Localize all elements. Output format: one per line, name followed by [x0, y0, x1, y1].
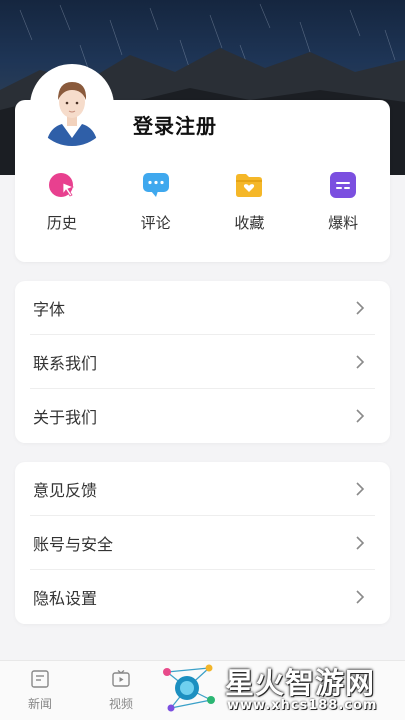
chevron-right-icon [356, 535, 365, 550]
settings-item-privacy[interactable]: 隐私设置 [30, 570, 375, 624]
watermark-url: www.xhcs188.com [227, 698, 378, 713]
chevron-right-icon [356, 481, 365, 496]
settings-item-account-security[interactable]: 账号与安全 [30, 516, 375, 570]
settings-item-label: 关于我们 [33, 408, 98, 427]
settings-item-label: 账号与安全 [33, 534, 114, 554]
chevron-right-icon [356, 590, 365, 604]
settings-item-contact-us[interactable]: 联系我们 [30, 335, 375, 389]
quick-action-label: 历史 [46, 214, 77, 232]
tip-off-icon [330, 172, 357, 198]
settings-card-account: 意见反馈 账号与安全 隐私设置 [15, 462, 390, 624]
watermark-logo-icon [163, 664, 215, 712]
tab-video[interactable]: 视频 [99, 669, 143, 712]
quick-action-label: 评论 [140, 214, 171, 232]
settings-item-about-us[interactable]: 关于我们 [30, 389, 375, 443]
quick-action-comment[interactable]: 评论 [109, 170, 203, 240]
settings-item-label: 隐私设置 [33, 589, 98, 608]
quick-action-label: 收藏 [234, 214, 265, 232]
history-icon [48, 173, 74, 197]
tab-label: 视频 [108, 697, 133, 711]
login-register-link[interactable]: 登录注册 [133, 110, 217, 139]
settings-item-font[interactable]: 字体 [30, 281, 375, 335]
comment-icon [142, 173, 169, 197]
chevron-right-icon [356, 300, 365, 315]
tab-label: 新闻 [27, 697, 52, 711]
news-icon [31, 670, 49, 688]
user-avatar[interactable] [32, 66, 112, 146]
quick-action-history[interactable]: 历史 [15, 170, 109, 240]
quick-action-label: 爆料 [328, 214, 359, 232]
chevron-right-icon [356, 354, 365, 369]
tab-news[interactable]: 新闻 [18, 669, 62, 712]
watermark-title: 星火智游网 [225, 666, 376, 700]
favorite-folder-icon [236, 174, 263, 197]
settings-card-general: 字体 联系我们 关于我们 [15, 281, 390, 443]
quick-action-tip-off[interactable]: 爆料 [296, 170, 390, 240]
site-watermark: 星火智游网 www.xhcs188.com [155, 656, 405, 720]
settings-item-label: 意见反馈 [33, 480, 98, 500]
quick-action-favorites[interactable]: 收藏 [203, 170, 297, 240]
quick-actions: 历史 评论 收藏 爆料 [15, 170, 390, 240]
video-icon [112, 670, 130, 687]
settings-item-label: 联系我们 [33, 353, 98, 373]
default-avatar-icon [32, 66, 112, 146]
settings-item-feedback[interactable]: 意见反馈 [30, 462, 375, 516]
chevron-right-icon [356, 409, 365, 423]
settings-item-label: 字体 [33, 299, 66, 319]
